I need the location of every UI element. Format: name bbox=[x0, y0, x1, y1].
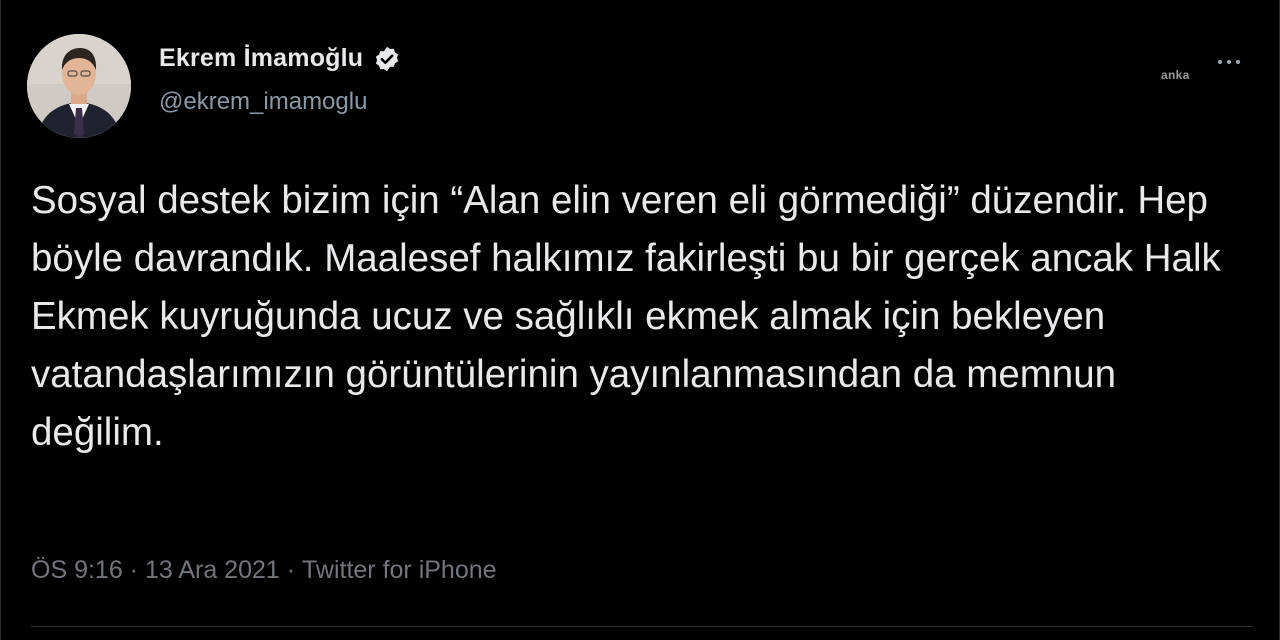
avatar-photo-icon bbox=[27, 34, 131, 138]
watermark: anka bbox=[1161, 68, 1190, 82]
author-name[interactable]: Ekrem İmamoğlu bbox=[159, 44, 363, 73]
verified-badge-icon bbox=[373, 45, 401, 73]
tweet-time[interactable]: ÖS 9:16 bbox=[31, 556, 123, 585]
divider bbox=[31, 626, 1253, 627]
meta-separator: · bbox=[279, 556, 303, 584]
tweet-card: Ekrem İmamoğlu @ekrem_imamoglu anka Sosy… bbox=[0, 0, 1280, 640]
more-options-icon[interactable] bbox=[1211, 52, 1247, 72]
tweet-text: Sosyal destek bizim için “Alan elin vere… bbox=[31, 179, 1221, 454]
avatar[interactable] bbox=[27, 34, 131, 138]
tweet-meta: ÖS 9:16 · 13 Ara 2021 · Twitter for iPho… bbox=[31, 556, 497, 585]
meta-separator: · bbox=[122, 556, 145, 584]
author-row: Ekrem İmamoğlu bbox=[159, 44, 401, 73]
tweet-date[interactable]: 13 Ara 2021 bbox=[145, 556, 280, 585]
author-handle[interactable]: @ekrem_imamoglu bbox=[159, 88, 367, 116]
tweet-source[interactable]: Twitter for iPhone bbox=[302, 556, 497, 585]
